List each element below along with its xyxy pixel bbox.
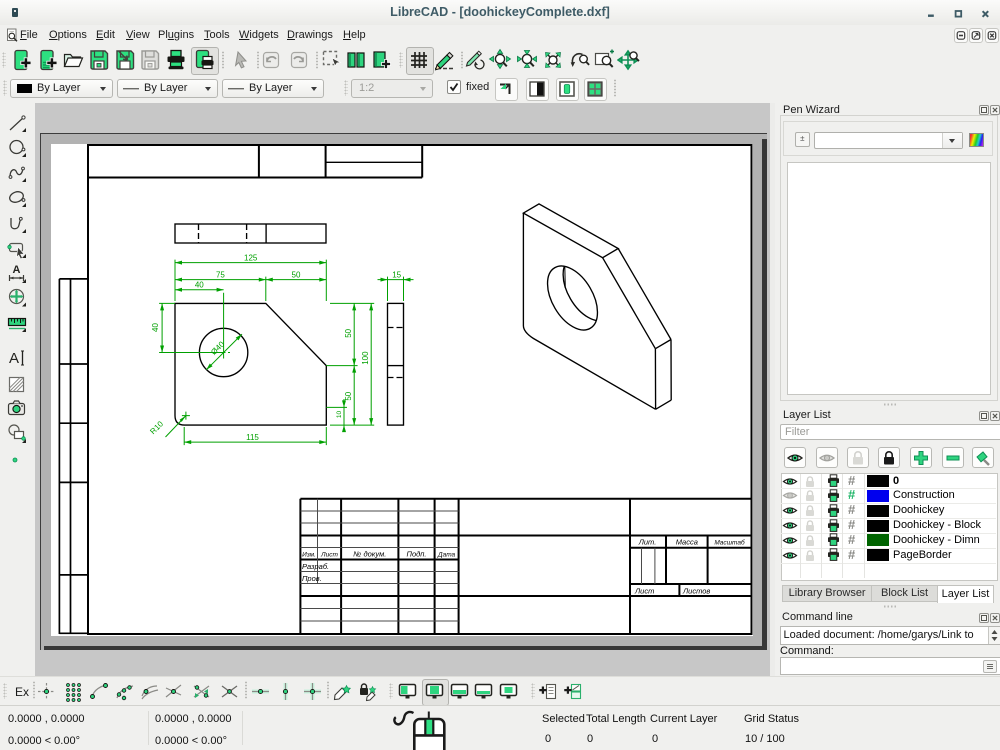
svg-text:75: 75 [216,270,225,279]
svg-text:Подп.: Подп. [407,550,427,559]
svg-text:10: 10 [336,411,343,419]
svg-text:A: A [13,264,21,276]
svg-text:Масса: Масса [676,538,698,547]
svg-text:15: 15 [392,270,401,279]
svg-text:A: A [9,350,19,367]
svg-text:Лит.: Лит. [638,538,657,547]
svg-text:115: 115 [246,433,259,442]
svg-text:50: 50 [344,328,353,337]
svg-text:Разраб.: Разраб. [302,562,329,571]
svg-text:Лист: Лист [320,552,338,559]
svg-text:Лист: Лист [634,587,654,596]
svg-text:Масштаб: Масштаб [714,539,745,547]
svg-text:40: 40 [151,323,160,332]
svg-text:125: 125 [244,253,258,262]
svg-text:100: 100 [361,351,370,365]
svg-text:50: 50 [344,391,353,400]
svg-text:Листов: Листов [682,587,710,596]
svg-text:Изм.: Изм. [302,552,316,559]
svg-text:Дата: Дата [437,552,456,559]
svg-text:40: 40 [195,281,204,290]
svg-text:R10: R10 [148,419,165,436]
svg-text:50: 50 [292,270,301,279]
svg-text:Пров.: Пров. [302,574,322,583]
svg-text:№ докум.: № докум. [353,550,386,559]
